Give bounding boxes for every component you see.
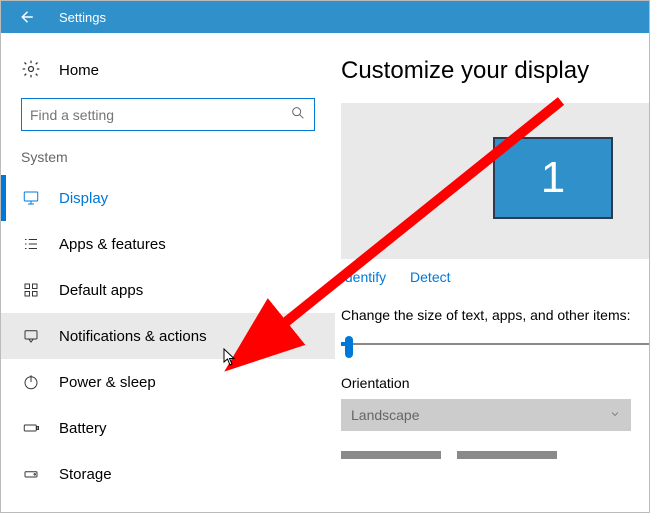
identify-link[interactable]: Identify — [341, 269, 386, 285]
apply-button[interactable] — [341, 451, 441, 459]
search-box[interactable] — [21, 98, 315, 131]
main-panel: Customize your display 1 Identify Detect… — [335, 33, 649, 512]
search-icon — [290, 105, 306, 124]
slider-thumb[interactable] — [345, 336, 353, 358]
sidebar-item-notifications-actions[interactable]: Notifications & actions — [1, 313, 335, 359]
sidebar-item-battery[interactable]: Battery — [1, 405, 335, 451]
sidebar: Home System Display Apps & features Defa… — [1, 33, 335, 512]
size-text-label: Change the size of text, apps, and other… — [341, 307, 649, 323]
window-title: Settings — [59, 10, 106, 25]
sidebar-item-default-apps[interactable]: Default apps — [1, 267, 335, 313]
text-size-slider[interactable] — [341, 333, 649, 355]
monitor-icon — [21, 189, 41, 207]
storage-icon — [21, 465, 41, 483]
page-title: Customize your display — [341, 57, 649, 85]
gear-icon — [21, 59, 41, 82]
notification-icon — [21, 327, 41, 345]
home-label: Home — [59, 62, 99, 79]
display-preview[interactable]: 1 — [341, 103, 649, 259]
mouse-cursor-icon — [223, 348, 237, 369]
sidebar-item-storage[interactable]: Storage — [1, 451, 335, 497]
cancel-button[interactable] — [457, 451, 557, 459]
detect-link[interactable]: Detect — [410, 269, 450, 285]
orientation-label: Orientation — [341, 375, 649, 391]
sidebar-item-power-sleep[interactable]: Power & sleep — [1, 359, 335, 405]
chevron-down-icon — [609, 407, 621, 423]
arrow-left-icon — [17, 8, 35, 26]
orientation-select[interactable]: Landscape — [341, 399, 631, 431]
grid-icon — [21, 281, 41, 299]
battery-icon — [21, 419, 41, 437]
search-input[interactable] — [30, 107, 278, 123]
list-icon — [21, 235, 41, 253]
back-button[interactable] — [1, 1, 51, 33]
titlebar: Settings — [1, 1, 649, 33]
monitor-1[interactable]: 1 — [493, 137, 613, 219]
sidebar-item-apps-features[interactable]: Apps & features — [1, 221, 335, 267]
power-icon — [21, 373, 41, 391]
sidebar-home[interactable]: Home — [1, 51, 335, 98]
orientation-value: Landscape — [351, 407, 420, 423]
sidebar-group-label: System — [1, 149, 335, 175]
sidebar-item-display[interactable]: Display — [1, 175, 335, 221]
